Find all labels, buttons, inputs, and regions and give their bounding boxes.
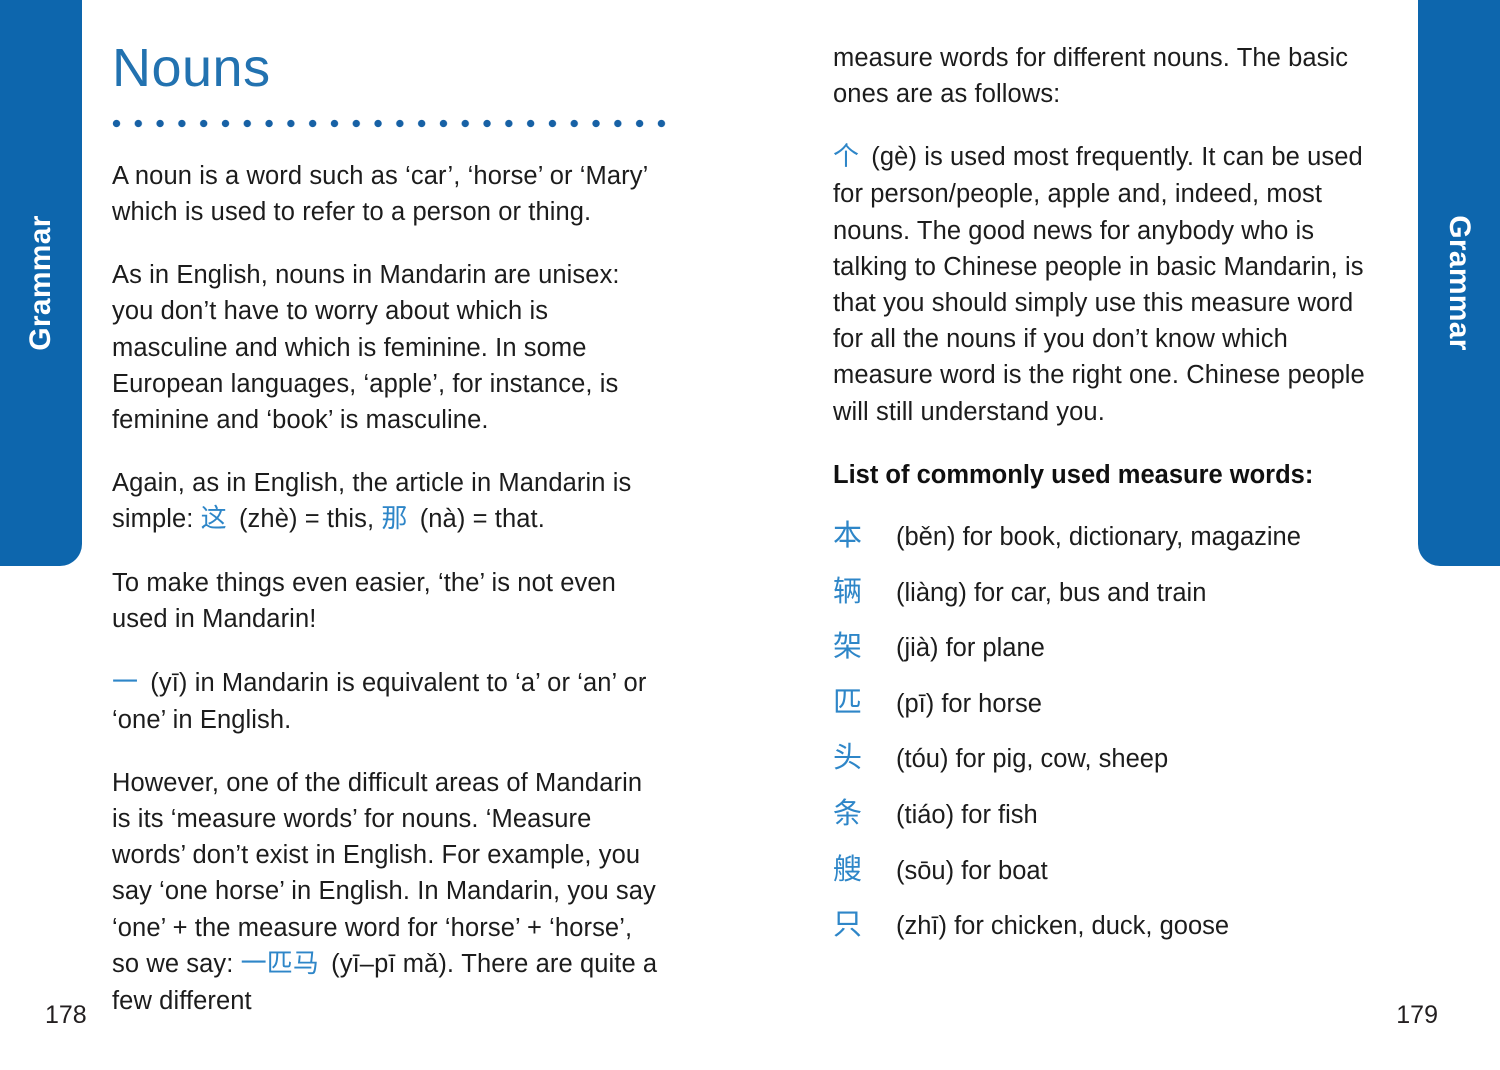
measure-word-char: 只 [833, 907, 863, 942]
paragraph-ge-measure-word: 个 (gè) is used most frequently. It can b… [833, 139, 1390, 429]
measure-word-definition: (tiáo) for fish [896, 800, 1038, 829]
measure-word-char: 本 [833, 517, 863, 552]
measure-words-intro-a: However, one of the difficult areas of M… [112, 768, 656, 978]
measure-word-definition: (tóu) for pig, cow, sheep [896, 745, 1169, 774]
list-item: 辆 (liàng) for car, bus and train [833, 573, 1390, 610]
list-item: 架 (jià) for plane [833, 628, 1390, 665]
left-page: Nouns A noun is a word such as ‘car’, ‘h… [0, 0, 750, 1070]
measure-word-definition: (liàng) for car, bus and train [896, 578, 1207, 607]
measure-word-definition: (jià) for plane [896, 634, 1045, 663]
yi-article-text: (yī) in Mandarin is equivalent to ‘a’ or… [112, 668, 647, 734]
measure-word-definition: (zhī) for chicken, duck, goose [896, 912, 1230, 941]
paragraph-no-definite-article: To make things even easier, ‘the’ is not… [112, 569, 616, 634]
paragraph-measure-words-continued: measure words for different nouns. The b… [833, 44, 1349, 109]
hanzi-zhe: 这 [200, 504, 227, 535]
ge-measure-word-text: (gè) is used most frequently. It can be … [833, 143, 1365, 426]
right-page: measure words for different nouns. The b… [750, 0, 1500, 1070]
articles-text-c: (nà) = that. [419, 505, 545, 534]
paragraph-measure-words-intro: However, one of the difficult areas of M… [112, 765, 665, 1019]
list-item: 本 (běn) for book, dictionary, magazine [833, 517, 1390, 554]
hanzi-na: 那 [381, 504, 408, 535]
sidebar-tab-grammar-right[interactable]: Grammar [1418, 0, 1500, 566]
list-item: 匹 (pī) for horse [833, 684, 1390, 721]
dotted-rule-divider [112, 118, 679, 128]
paragraph-unisex-nouns: As in English, nouns in Mandarin are uni… [112, 261, 620, 434]
sidebar-tab-grammar-left[interactable]: Grammar [0, 0, 82, 566]
measure-word-char: 辆 [833, 573, 863, 608]
paragraph-yi-article: 一 (yī) in Mandarin is equivalent to ‘a’ … [112, 665, 665, 738]
list-item: 头 (tóu) for pig, cow, sheep [833, 739, 1390, 776]
measure-word-char: 头 [833, 740, 863, 775]
page-number-left: 178 [45, 1001, 87, 1029]
measure-words-list: 本 (běn) for book, dictionary, magazine 辆… [833, 517, 1390, 943]
measure-word-char: 匹 [833, 684, 863, 719]
sidebar-tab-label-right: Grammar [1443, 215, 1476, 351]
paragraph-noun-definition: A noun is a word such as ‘car’, ‘horse’ … [112, 161, 648, 226]
hanzi-yi-pi-ma: 一匹马 [240, 948, 319, 979]
hanzi-yi: 一 [112, 667, 139, 698]
sidebar-tab-label-left: Grammar [24, 215, 57, 351]
list-item: 艘 (sōu) for boat [833, 851, 1390, 888]
measure-word-char: 条 [833, 795, 863, 830]
measure-word-definition: (pī) for horse [896, 689, 1042, 718]
measure-word-char: 艘 [833, 851, 863, 886]
measure-words-list-heading: List of commonly used measure words: [833, 460, 1314, 489]
book-spread: Nouns A noun is a word such as ‘car’, ‘h… [0, 0, 1500, 1070]
articles-text-b: (zhè) = this, [238, 505, 375, 534]
list-item: 只 (zhī) for chicken, duck, goose [833, 906, 1390, 943]
page-title: Nouns [112, 38, 271, 98]
measure-word-definition: (sōu) for boat [896, 856, 1048, 885]
list-item: 条 (tiáo) for fish [833, 795, 1390, 832]
hanzi-ge: 个 [833, 142, 860, 173]
measure-word-definition: (běn) for book, dictionary, magazine [896, 522, 1301, 551]
measure-word-char: 架 [833, 629, 863, 664]
page-number-right: 179 [1396, 1001, 1438, 1029]
paragraph-articles: Again, as in English, the article in Man… [112, 465, 665, 538]
